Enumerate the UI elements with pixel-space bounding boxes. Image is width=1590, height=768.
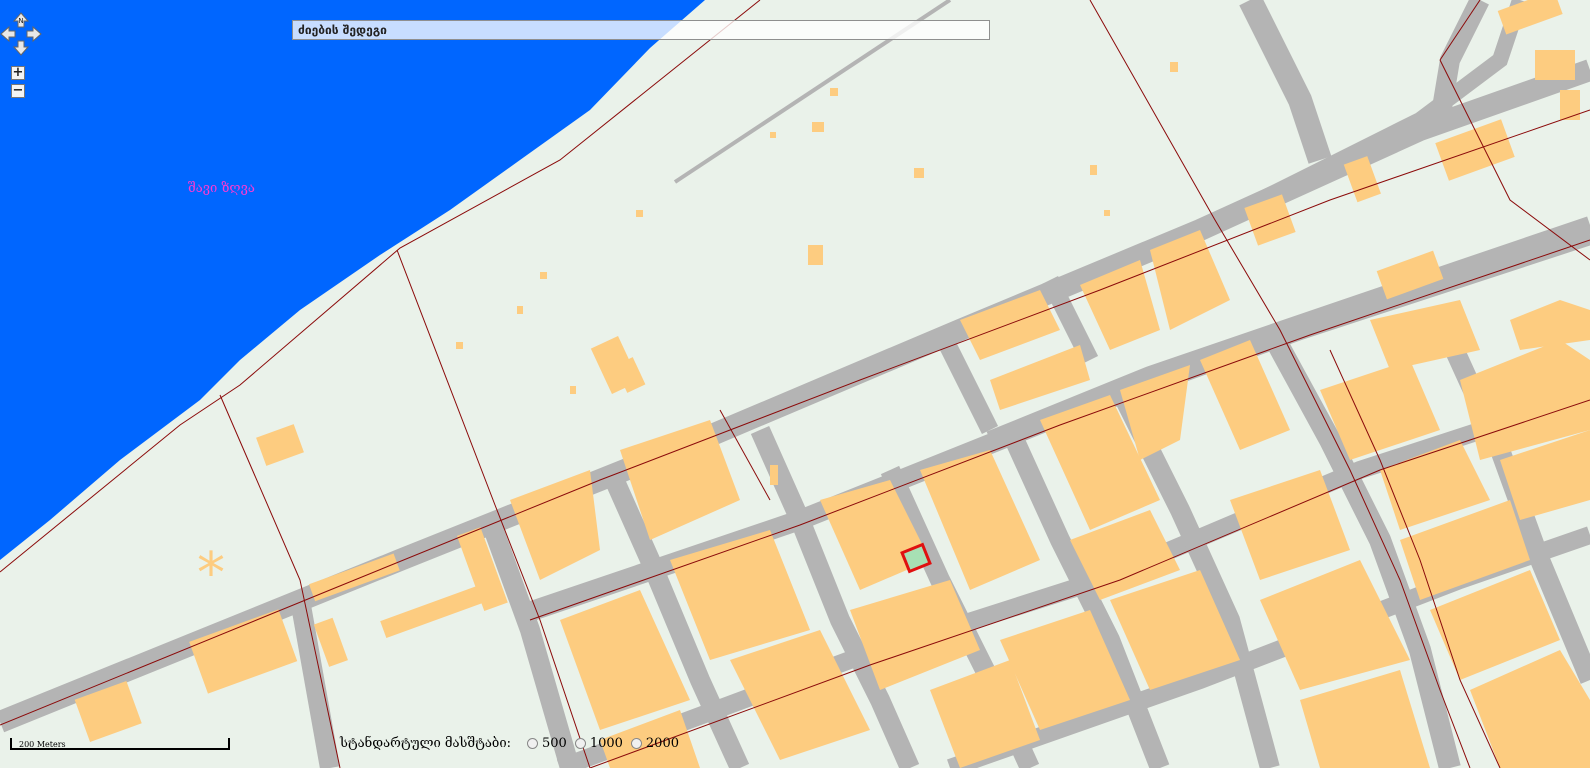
pan-control[interactable]: N [0,12,42,56]
scale-option-2000[interactable]: 2000 [627,736,679,751]
radio-icon[interactable] [574,738,586,749]
radio-icon[interactable] [526,738,538,749]
zoom-out-button[interactable]: − [11,84,25,98]
pan-down-arrow-icon[interactable] [12,40,30,56]
north-label: N [18,17,23,25]
asterisk-landmark: * [197,541,225,606]
map-canvas[interactable]: * [0,0,1590,768]
pan-right-arrow-icon[interactable] [26,25,42,43]
standard-scales-label: სტანდარტული მასშტაბი: [340,736,511,751]
sea-label: შავი ზღვა [188,181,255,196]
scale-bar-label: 200 Meters [19,740,66,749]
pan-left-arrow-icon[interactable] [0,25,16,43]
zoom-in-button[interactable]: + [11,66,25,80]
scale-option-500[interactable]: 500 [515,736,567,751]
standard-scales: სტანდარტული მასშტაბი: 500 1000 2000 [340,736,679,751]
search-result-bar[interactable]: ძიების შედეგი [292,20,990,40]
scale-option-1000[interactable]: 1000 [571,736,623,751]
search-result-text: ძიების შედეგი [298,23,387,37]
radio-icon[interactable] [630,738,642,749]
